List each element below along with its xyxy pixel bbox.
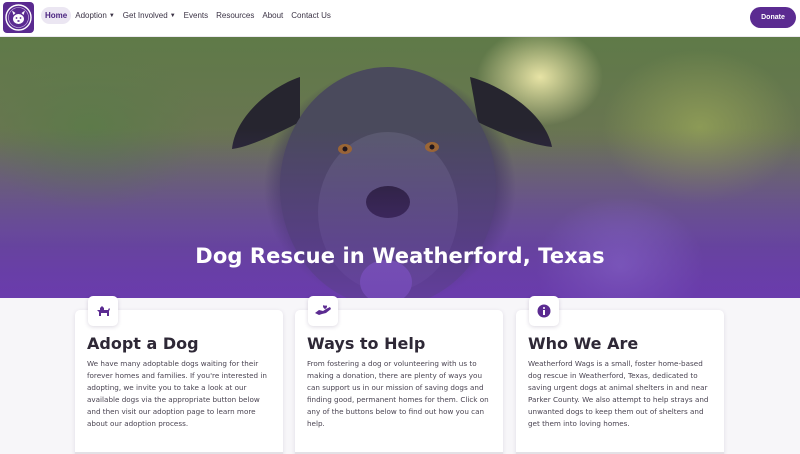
nav-adoption-label: Adoption — [75, 11, 107, 20]
nav-events-label: Events — [183, 11, 209, 20]
card-title: Adopt a Dog — [87, 334, 199, 353]
card-title: Who We Are — [528, 334, 639, 353]
nav-about[interactable]: About — [258, 7, 287, 24]
card-title: Ways to Help — [307, 334, 426, 353]
caret-down-icon: ▼ — [169, 12, 176, 19]
hero-title: Dog Rescue in Weatherford, Texas — [195, 244, 605, 268]
card-text: From fostering a dog or volunteering wit… — [307, 359, 489, 429]
card-text: We have many adoptable dogs waiting for … — [87, 359, 267, 429]
nav-resources[interactable]: Resources — [212, 7, 258, 24]
nav-get-involved-label: Get Involved — [122, 11, 168, 20]
card-icon-box — [308, 296, 338, 326]
nav-events[interactable]: Events — [180, 7, 212, 24]
hero-banner: Dog Rescue in Weatherford, Texas — [0, 37, 800, 298]
nav-contact-us[interactable]: Contact Us — [287, 7, 335, 24]
card-who-we-are: Who We Are Weatherford Wags is a small, … — [516, 296, 724, 454]
dog-paw-logo-icon — [5, 4, 32, 31]
dog-icon — [97, 306, 110, 316]
main-nav: Home Adoption ▼ Get Involved ▼ Events Reso… — [41, 7, 335, 24]
info-icon — [537, 304, 551, 318]
nav-get-involved[interactable]: Get Involved ▼ — [119, 7, 180, 24]
caret-down-icon: ▼ — [108, 12, 115, 19]
nav-home[interactable]: Home — [41, 7, 72, 24]
card-icon-box — [88, 296, 118, 326]
nav-home-label: Home — [45, 11, 68, 20]
card-icon-box — [529, 296, 559, 326]
top-navbar: Home Adoption ▼ Get Involved ▼ Events Reso… — [0, 0, 800, 37]
nav-adoption[interactable]: Adoption ▼ — [71, 7, 119, 24]
nav-contact-us-label: Contact Us — [291, 11, 331, 20]
card-ways-to-help: Ways to Help From fostering a dog or vol… — [295, 296, 503, 454]
card-adopt-a-dog: Adopt a Dog We have many adoptable dogs … — [75, 296, 283, 454]
nav-about-label: About — [262, 11, 284, 20]
site-logo[interactable] — [3, 2, 34, 33]
donate-button[interactable]: Donate — [750, 7, 796, 28]
helping-hand-icon — [315, 305, 331, 315]
nav-resources-label: Resources — [216, 11, 255, 20]
card-text: Weatherford Wags is a small, foster home… — [528, 359, 709, 429]
